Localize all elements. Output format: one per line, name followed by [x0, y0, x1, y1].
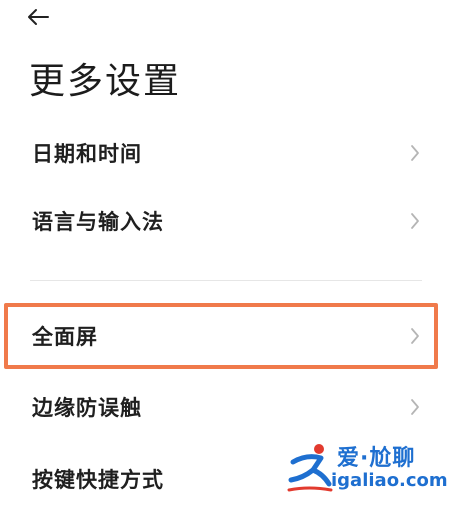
runner-logo-icon: [287, 444, 333, 492]
watermark-url: igaliao.com: [331, 470, 448, 491]
settings-item-label: 语言与输入法: [32, 210, 164, 234]
settings-item-label: 按键快捷方式: [32, 468, 164, 492]
chevron-right-icon: [409, 397, 421, 417]
highlight-box: [4, 303, 438, 369]
settings-item-edge-touch[interactable]: 边缘防误触: [0, 374, 451, 440]
settings-item-label: 日期和时间: [32, 142, 142, 166]
more-settings-screen: 更多设置 日期和时间 语言与输入法 全面屏 边缘防误触 按键快捷方式 爱·尬聊 …: [0, 0, 451, 505]
section-divider: [30, 280, 422, 281]
page-title: 更多设置: [29, 61, 182, 102]
watermark-logo: 爱·尬聊 igaliao.com: [285, 438, 451, 498]
settings-item-language-input[interactable]: 语言与输入法: [0, 188, 451, 254]
settings-item-date-time[interactable]: 日期和时间: [0, 120, 451, 186]
settings-item-label: 边缘防误触: [32, 396, 142, 420]
chevron-right-icon: [409, 143, 421, 163]
chevron-right-icon: [409, 211, 421, 231]
watermark-title: 爱·尬聊: [337, 446, 416, 471]
arrow-left-icon: [28, 9, 49, 25]
back-button[interactable]: [26, 0, 66, 34]
